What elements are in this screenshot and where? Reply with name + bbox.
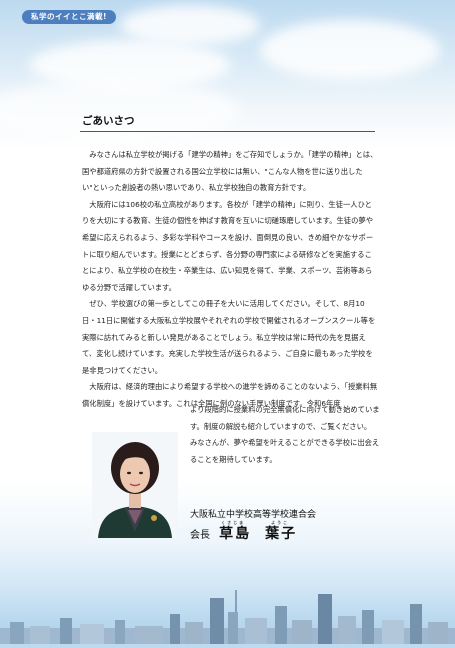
given-name-ruby: ようこ (271, 520, 290, 525)
paragraph: より段階的に授業料の完全無償化に向けて動き始めています。制度の解説も紹介していま… (190, 405, 380, 431)
greeting-body-continued: より段階的に授業料の完全無償化に向けて動き始めています。制度の解説も紹介していま… (190, 402, 380, 468)
role-title: 会長 (190, 530, 210, 541)
paragraph: ぜひ、学校選びの第一歩としてこの冊子を大いに活用してください。そして、8月10日… (82, 299, 376, 375)
surname: くさじま 草島 (219, 520, 252, 542)
given-name-text: 葉子 (265, 526, 298, 542)
surname-text: 草島 (219, 526, 252, 542)
city-skyline-illustration (0, 584, 455, 644)
section-title: ごあいさつ (82, 115, 135, 127)
greeting-body: みなさんは私立学校が掲げる「建学の精神」をご存知でしょうか。「建学の精神」とは、… (82, 147, 378, 413)
surname-ruby: くさじま (221, 520, 246, 525)
paragraph: 大阪府には106校の私立高校があります。各校が「建学の精神」に則り、生徒一人ひと… (82, 199, 374, 292)
cloud-decoration (260, 20, 440, 80)
paragraph: みなさんは私立学校が掲げる「建学の精神」をご存知でしょうか。「建学の精神」とは、… (82, 150, 378, 193)
signature-line: 会長 くさじま 草島 ようこ 葉子 (190, 520, 298, 543)
title-rule (80, 131, 375, 132)
given-name: ようこ 葉子 (265, 520, 298, 542)
organization-name: 大阪私立中学校高等学校連合会 (190, 510, 317, 520)
portrait-photo (92, 432, 178, 538)
header-tag: 私学のイイとこ満載! (22, 10, 116, 24)
cloud-decoration (120, 5, 260, 45)
paragraph: みなさんが、夢や希望を叶えることができる学校に出会えることを期待しています。 (190, 438, 380, 464)
